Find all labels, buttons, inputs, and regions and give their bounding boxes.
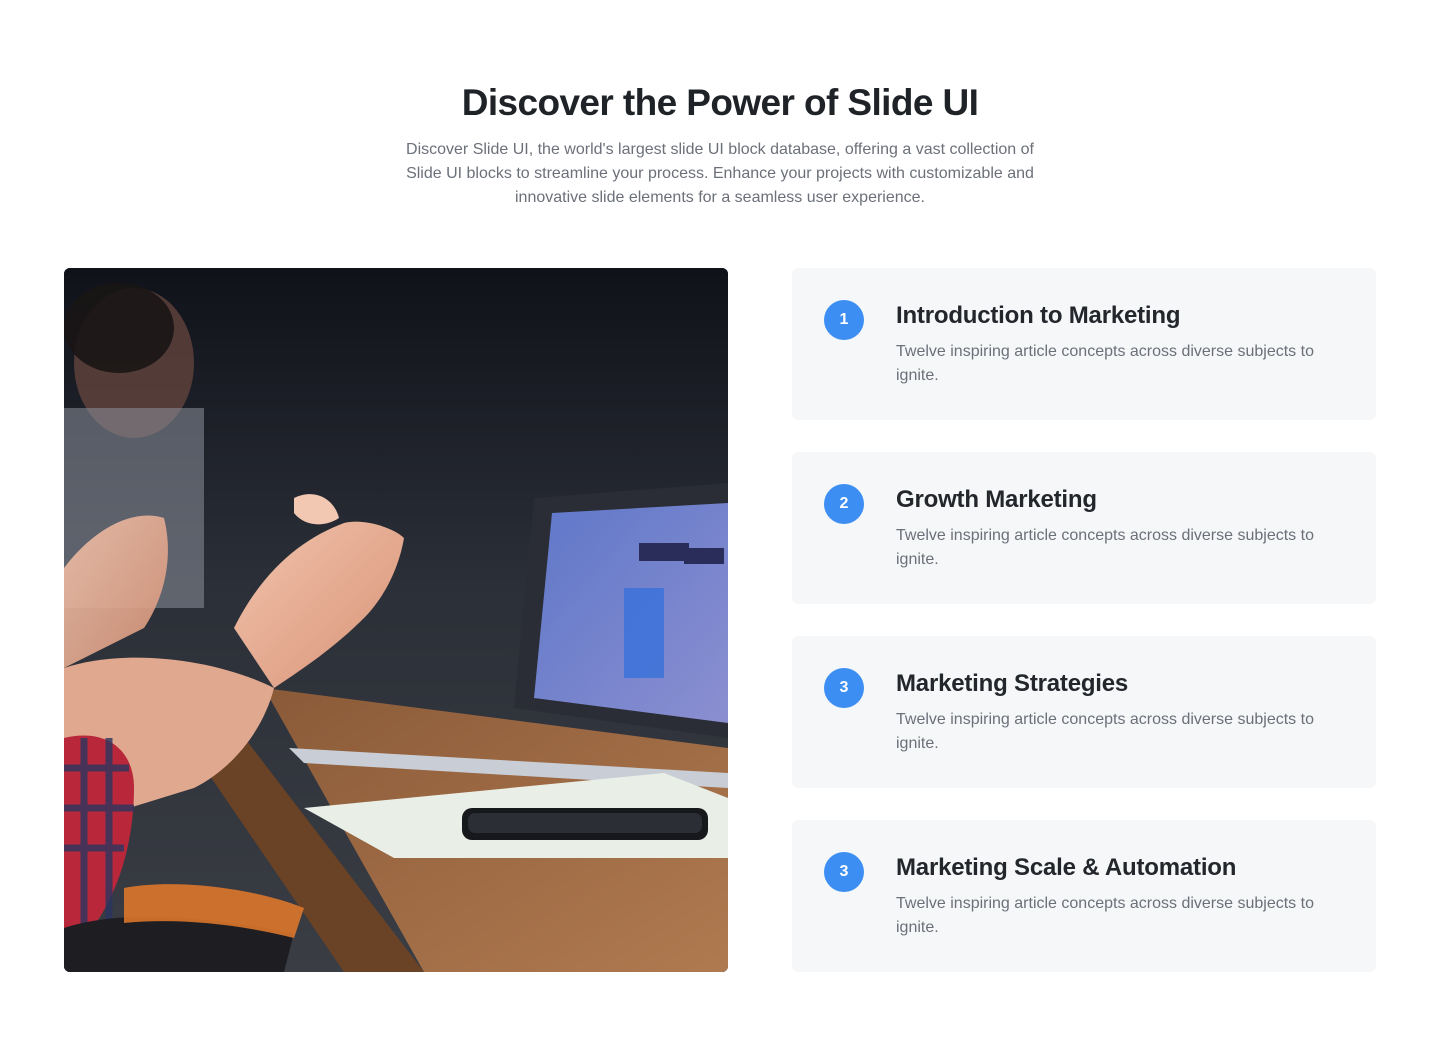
- feature-description: Twelve inspiring article concepts across…: [896, 711, 1314, 752]
- feature-description: Twelve inspiring article concepts across…: [896, 343, 1314, 384]
- feature-description: Twelve inspiring article concepts across…: [896, 895, 1314, 936]
- feature-title: Introduction to Marketing: [896, 302, 1181, 329]
- step-number-badge: 3: [824, 668, 864, 708]
- page-subtitle: Discover Slide UI, the world's largest s…: [406, 141, 1034, 206]
- feature-card[interactable]: 3 Marketing Scale & Automation Twelve in…: [792, 820, 1376, 972]
- feature-description: Twelve inspiring article concepts across…: [896, 527, 1314, 568]
- page: Discover the Power of Slide UI Discover …: [0, 0, 1440, 1052]
- section-header: Discover the Power of Slide UI Discover …: [0, 80, 1440, 210]
- feature-title: Growth Marketing: [896, 486, 1097, 513]
- meeting-photo: [64, 268, 728, 972]
- step-number-badge: 2: [824, 484, 864, 524]
- feature-title: Marketing Scale & Automation: [896, 854, 1237, 881]
- feature-list: 1 Introduction to Marketing Twelve inspi…: [792, 268, 1376, 1004]
- feature-card[interactable]: 3 Marketing Strategies Twelve inspiring …: [792, 636, 1376, 788]
- step-number-badge: 1: [824, 300, 864, 340]
- step-number-badge: 3: [824, 852, 864, 892]
- feature-title: Marketing Strategies: [896, 670, 1129, 697]
- feature-card[interactable]: 1 Introduction to Marketing Twelve inspi…: [792, 268, 1376, 420]
- page-title: Discover the Power of Slide UI: [461, 82, 979, 123]
- feature-card[interactable]: 2 Growth Marketing Twelve inspiring arti…: [792, 452, 1376, 604]
